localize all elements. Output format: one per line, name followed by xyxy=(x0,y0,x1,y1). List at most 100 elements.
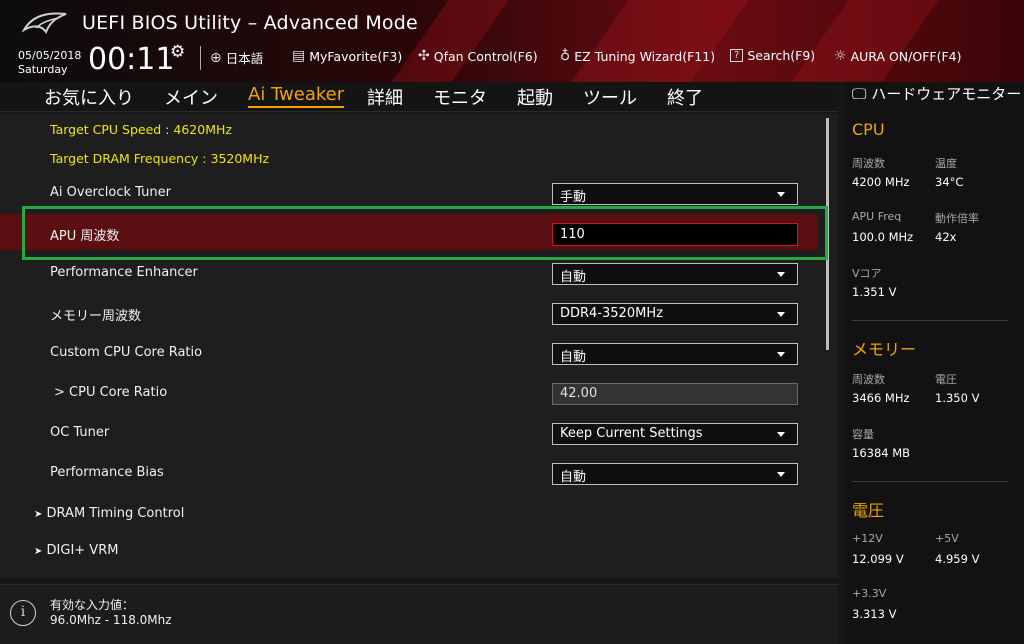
fan-icon: ✣ xyxy=(418,48,430,64)
memory-freq-value: 3466 MHz xyxy=(852,391,910,405)
performance-enhancer-dropdown[interactable]: 自動 xyxy=(552,263,798,285)
favorite-list-icon: ▤ xyxy=(292,48,306,64)
decor-stripe xyxy=(791,0,939,82)
search-label: Search(F9) xyxy=(747,48,816,63)
v33-value: 3.313 V xyxy=(852,607,897,621)
tab-tool[interactable]: ツール xyxy=(583,84,637,110)
clock[interactable]: 00:11 xyxy=(88,42,174,77)
v5-label: +5V xyxy=(935,532,959,545)
v5-value: 4.959 V xyxy=(935,552,980,566)
v12-value: 12.099 V xyxy=(852,552,904,566)
ai-overclock-tuner-label: Ai Overclock Tuner xyxy=(50,185,171,200)
target-cpu-speed: Target CPU Speed : 4620MHz xyxy=(50,122,232,137)
apu-freq-value: 100.0 MHz xyxy=(852,230,914,244)
cpu-section-heading: CPU xyxy=(852,120,885,139)
date-display: 05/05/2018 Saturday xyxy=(18,49,81,77)
hardware-monitor-title: 🖵 ハードウェアモニター xyxy=(852,86,1022,103)
performance-bias-dropdown[interactable]: 自動 xyxy=(552,463,798,485)
qfan-label: Qfan Control(F6) xyxy=(433,48,538,64)
custom-cpu-core-ratio-dropdown[interactable]: 自動 xyxy=(552,343,798,365)
cpu-freq-label: 周波数 xyxy=(852,157,885,170)
tab-advanced[interactable]: 詳細 xyxy=(367,84,403,110)
decor-stripe xyxy=(571,0,749,82)
ez-tuning-label: EZ Tuning Wizard(F11) xyxy=(574,48,716,64)
performance-enhancer-value: 自動 xyxy=(560,270,587,285)
tab-favorites[interactable]: お気に入り xyxy=(44,84,134,110)
aura-light-icon: ☼ xyxy=(834,48,847,64)
cpu-core-ratio-label: > CPU Core Ratio xyxy=(54,385,168,400)
myfavorite-button[interactable]: ▤ MyFavorite(F3) xyxy=(292,48,402,64)
memory-frequency-dropdown[interactable]: DDR4-3520MHz xyxy=(552,303,798,325)
v33-label: +3.3V xyxy=(852,587,887,600)
valid-input-label: 有効な入力値： xyxy=(50,598,135,612)
qfan-control-button[interactable]: ✣ Qfan Control(F6) xyxy=(418,48,538,64)
help-search-icon: ? xyxy=(730,49,744,62)
chevron-down-icon xyxy=(777,192,785,197)
performance-bias-value: 自動 xyxy=(560,470,587,485)
memory-capacity-label: 容量 xyxy=(852,428,874,441)
ai-overclock-tuner-dropdown[interactable]: 手動 xyxy=(552,183,798,205)
oc-tuner-dropdown[interactable]: Keep Current Settings xyxy=(552,423,798,445)
monitor-display-icon: 🖵 xyxy=(852,85,867,103)
performance-bias-label: Performance Bias xyxy=(50,465,164,480)
vcore-value: 1.351 V xyxy=(852,285,897,299)
vcore-label: Vコア xyxy=(852,267,882,280)
tab-monitor[interactable]: モニタ xyxy=(433,84,487,110)
clock-settings-gear-icon[interactable]: ⚙ xyxy=(170,42,185,62)
digi-vrm-label: DIGI+ VRM xyxy=(46,543,119,558)
chevron-right-icon: ➤ xyxy=(34,546,43,557)
dram-timing-control-label: DRAM Timing Control xyxy=(46,506,185,521)
cpu-temp-value: 34°C xyxy=(935,175,964,189)
language-label: 日本語 xyxy=(225,51,264,66)
memory-frequency-label: メモリー周波数 xyxy=(50,309,142,324)
performance-enhancer-label: Performance Enhancer xyxy=(50,265,198,280)
tab-ai-tweaker[interactable]: Ai Tweaker xyxy=(248,84,345,108)
memory-freq-label: 周波数 xyxy=(852,373,885,386)
tab-main[interactable]: メイン xyxy=(164,84,218,110)
custom-cpu-core-ratio-value: 自動 xyxy=(560,350,587,365)
annotation-highlight-box xyxy=(22,206,828,260)
weekday-text: Saturday xyxy=(18,63,68,76)
app-title: UEFI BIOS Utility – Advanced Mode xyxy=(82,12,418,34)
memory-volt-value: 1.350 V xyxy=(935,391,980,405)
memory-capacity-value: 16384 MB xyxy=(852,446,911,460)
hardware-monitor-title-text: ハードウェアモニター xyxy=(871,85,1022,103)
lightbulb-icon: ♁ xyxy=(560,48,571,64)
tab-exit[interactable]: 終了 xyxy=(667,84,703,110)
custom-cpu-core-ratio-label: Custom CPU Core Ratio xyxy=(50,345,203,360)
apu-freq-label: APU Freq xyxy=(852,210,902,223)
ez-tuning-wizard-button[interactable]: ♁ EZ Tuning Wizard(F11) xyxy=(560,48,715,64)
monitor-divider xyxy=(852,320,1008,321)
aura-label: AURA ON/OFF(F4) xyxy=(850,48,962,64)
voltage-section-heading: 電圧 xyxy=(852,501,885,520)
cpu-freq-value: 4200 MHz xyxy=(852,175,910,189)
oc-tuner-label: OC Tuner xyxy=(50,425,110,440)
dram-timing-control-submenu[interactable]: ➤ DRAM Timing Control xyxy=(34,506,184,521)
info-icon: i xyxy=(10,600,36,626)
v12-label: +12V xyxy=(852,532,883,545)
chevron-down-icon xyxy=(777,432,785,437)
memory-volt-label: 電圧 xyxy=(935,373,957,386)
header-divider xyxy=(200,46,201,70)
target-dram-frequency: Target DRAM Frequency : 3520MHz xyxy=(50,151,270,166)
cpu-core-ratio-field: 42.00 xyxy=(552,383,798,405)
memory-section-heading: メモリー xyxy=(852,340,917,359)
tab-boot[interactable]: 起動 xyxy=(517,84,553,110)
chevron-down-icon xyxy=(777,272,785,277)
chevron-right-icon: ➤ xyxy=(34,509,43,520)
oc-tuner-value: Keep Current Settings xyxy=(560,426,703,441)
search-button[interactable]: ? Search(F9) xyxy=(730,48,815,63)
cpu-ratio-value: 42x xyxy=(935,230,957,244)
myfavorite-label: MyFavorite(F3) xyxy=(309,48,403,64)
language-button[interactable]: ⊕ 日本語 xyxy=(210,48,263,67)
valid-input-range: 96.0Mhz - 118.0Mhz xyxy=(50,613,172,627)
globe-icon: ⊕ xyxy=(210,49,222,66)
rog-logo-icon xyxy=(22,12,67,35)
chevron-down-icon xyxy=(777,472,785,477)
cpu-temp-label: 温度 xyxy=(935,157,957,170)
digi-vrm-submenu[interactable]: ➤ DIGI+ VRM xyxy=(34,543,118,558)
aura-toggle-button[interactable]: ☼ AURA ON/OFF(F4) xyxy=(834,48,961,64)
ai-overclock-tuner-value: 手動 xyxy=(560,190,587,205)
chevron-down-icon xyxy=(777,312,785,317)
chevron-down-icon xyxy=(777,352,785,357)
